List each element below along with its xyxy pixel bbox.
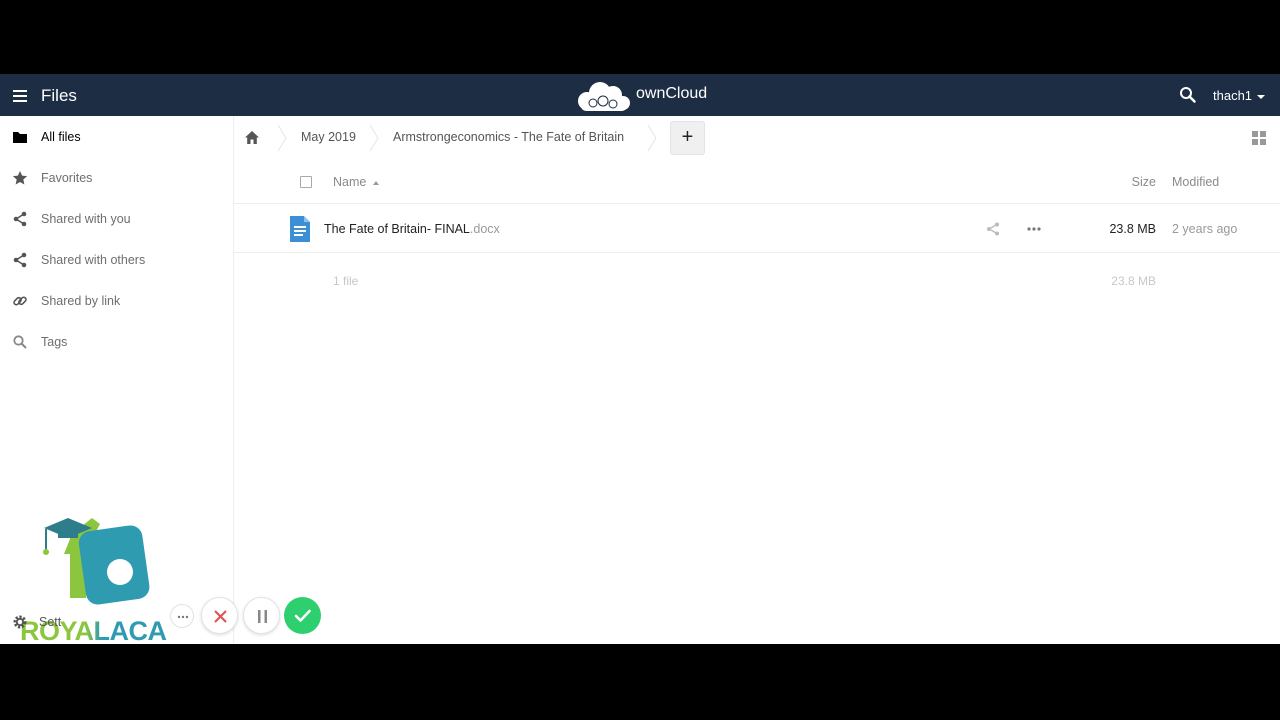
sidebar: All files Favorites Shared with you Shar…: [0, 116, 234, 644]
settings-button[interactable]: Sett: [0, 606, 120, 638]
cancel-button[interactable]: [201, 597, 238, 634]
share-icon: [13, 252, 27, 268]
file-table-header: Name Size Modified: [234, 160, 1280, 204]
sidebar-item-label: Shared with others: [41, 253, 146, 267]
summary-size: 23.8 MB: [1111, 274, 1156, 288]
pause-icon: [258, 610, 267, 623]
sidebar-item-all-files[interactable]: All files: [0, 116, 234, 157]
owncloud-logo-icon[interactable]: [573, 79, 633, 113]
top-header: Files ownCloud thach1: [0, 74, 1280, 116]
controls-bar: May 2019 Armstrongeconomics - The Fate o…: [234, 116, 1280, 160]
search-icon[interactable]: [1179, 86, 1197, 104]
file-size: 23.8 MB: [1109, 222, 1156, 236]
sidebar-item-favorites[interactable]: Favorites: [0, 157, 234, 198]
sort-asc-icon: [373, 180, 380, 185]
close-icon: [214, 610, 227, 623]
owncloud-window: Files ownCloud thach1 All files Favorite…: [0, 74, 1280, 644]
gear-icon: [13, 615, 27, 629]
settings-label: Sett: [39, 615, 62, 629]
file-summary: 1 file 23.8 MB: [234, 254, 1280, 308]
sidebar-item-label: All files: [41, 130, 81, 144]
breadcrumb-separator-icon: [647, 124, 657, 152]
hamburger-menu-icon[interactable]: [12, 87, 28, 103]
search-icon: [13, 335, 27, 349]
brand-name: ownCloud: [636, 85, 708, 102]
document-file-icon: [290, 216, 310, 242]
sidebar-item-shared-with-others[interactable]: Shared with others: [0, 239, 234, 280]
breadcrumb-item[interactable]: May 2019: [301, 130, 356, 144]
sidebar-item-label: Shared by link: [41, 294, 121, 308]
app-title[interactable]: Files: [41, 86, 77, 106]
link-icon: [13, 296, 27, 306]
more-options-button[interactable]: [170, 604, 194, 628]
confirm-button[interactable]: [284, 597, 321, 634]
chevron-down-icon: [1257, 94, 1266, 99]
grid-view-icon[interactable]: [1252, 131, 1266, 145]
username: thach1: [1213, 88, 1253, 103]
sidebar-item-tags[interactable]: Tags: [0, 321, 234, 362]
home-icon[interactable]: [242, 128, 262, 148]
file-extension: .docx: [469, 222, 500, 236]
file-modified: 2 years ago: [1172, 222, 1238, 236]
select-all-checkbox[interactable]: [300, 176, 312, 188]
sidebar-item-shared-with-you[interactable]: Shared with you: [0, 198, 234, 239]
breadcrumb-separator-icon: [369, 124, 379, 152]
sidebar-item-shared-by-link[interactable]: Shared by link: [0, 280, 234, 321]
share-icon: [13, 211, 27, 227]
sidebar-item-label: Favorites: [41, 171, 93, 185]
sidebar-item-label: Tags: [41, 335, 68, 349]
user-menu[interactable]: thach1: [1213, 88, 1266, 103]
file-basename: The Fate of Britain- FINAL: [324, 222, 470, 236]
file-name[interactable]: The Fate of Britain- FINAL.docx: [324, 222, 500, 236]
pause-button[interactable]: [243, 597, 280, 634]
column-header-modified[interactable]: Modified: [1172, 175, 1219, 189]
sidebar-item-label: Shared with you: [41, 212, 131, 226]
table-row[interactable]: The Fate of Britain- FINAL.docx 23.8 MB …: [234, 205, 1280, 253]
column-header-size[interactable]: Size: [1132, 175, 1156, 189]
more-actions-icon[interactable]: [1026, 222, 1042, 236]
share-icon[interactable]: [986, 222, 1000, 236]
folder-icon: [13, 132, 27, 143]
star-icon: [12, 171, 28, 185]
column-header-name[interactable]: Name: [333, 175, 380, 189]
checkmark-icon: [294, 609, 311, 622]
breadcrumb-item[interactable]: Armstrongeconomics - The Fate of Britain: [393, 130, 624, 144]
breadcrumb-separator-icon: [277, 124, 287, 152]
more-dots-icon: [177, 615, 189, 619]
column-name-label: Name: [333, 175, 367, 189]
summary-count: 1 file: [333, 274, 359, 288]
new-item-button[interactable]: +: [670, 121, 705, 155]
